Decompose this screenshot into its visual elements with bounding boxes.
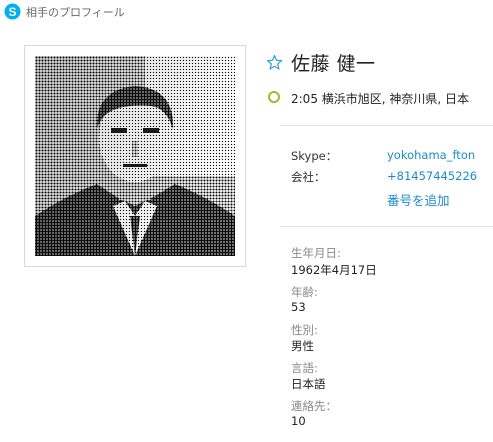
contact-name: 佐藤 健一 <box>291 53 376 75</box>
status-away-icon <box>268 91 280 103</box>
gender-value: 男性 <box>291 339 314 353</box>
age-label: 年齢: <box>291 285 318 299</box>
contacts-count-value: 10 <box>291 414 306 428</box>
age-value: 53 <box>291 300 306 314</box>
profile-photo <box>35 56 235 256</box>
divider <box>280 226 493 227</box>
birthday-label: 生年月日: <box>291 246 341 260</box>
add-number-link[interactable]: 番号を追加 <box>387 190 450 209</box>
divider <box>280 125 493 126</box>
language-value: 日本語 <box>291 377 326 391</box>
skype-label: Skype： <box>291 149 338 163</box>
gender-label: 性別: <box>291 323 318 337</box>
company-label: 会社： <box>291 170 326 184</box>
svg-text:S: S <box>8 5 16 19</box>
profile-photo-frame <box>24 45 246 267</box>
birthday-value: 1962年4月17日 <box>291 263 377 277</box>
location-time: 2:05 横浜市旭区, 神奈川県, 日本 <box>291 92 470 106</box>
contacts-count-label: 連絡先： <box>291 399 337 413</box>
window-title: 相手のプロフィール <box>26 6 125 19</box>
skype-name-link[interactable]: yokohama_fton <box>387 148 475 162</box>
company-phone-link[interactable]: +81457445226 <box>387 169 477 183</box>
title-bar: S 相手のプロフィール <box>0 0 493 24</box>
skype-logo-icon: S <box>4 3 21 20</box>
language-label: 言語: <box>291 361 318 375</box>
favorite-star-icon[interactable] <box>266 54 283 71</box>
